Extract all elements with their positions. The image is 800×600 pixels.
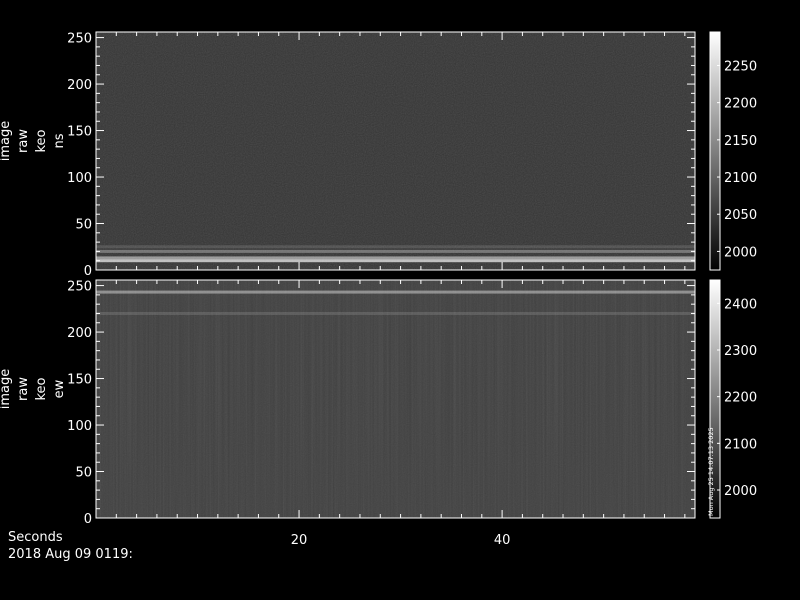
y-axis-label-word: raw [16,377,31,401]
colorbar-tick-label: 2150 [724,134,757,149]
timestamp: 2018 Aug 09 0119: [8,547,133,562]
colorbar-ns [709,31,721,271]
y-tick-label: 150 [67,373,92,388]
y-axis-label-word: image [0,369,13,410]
x-axis-title: Seconds [8,530,63,545]
panel-ns-ylabel: image raw keo ns [0,121,67,162]
y-tick-label: 100 [67,171,92,186]
colorbar-tick-label: 2250 [724,59,757,74]
colorbar-tick-label: 2050 [724,208,757,223]
colorbar-tick-label: 2200 [724,97,757,112]
y-axis-label-word: ew [52,379,67,398]
y-axis-label-word: raw [16,129,31,153]
panel-ns: 0 50 100 150 200 250 image raw keo ns 2000 2050 21… [0,31,757,279]
colorbar-tick-label: 2000 [724,484,757,499]
y-tick-label: 250 [67,32,92,47]
y-tick-label: 100 [67,419,92,434]
colorbar-tick-label: 2400 [724,297,757,312]
colorbar-tick-label: 2100 [724,171,757,186]
keogram-figure: 050100150200250 image raw keo ns 2000205021… [0,31,757,548]
panel-ew-ylabel: image raw keo ew [0,369,67,410]
y-axis-label-word: image [0,121,13,162]
y-tick-label: 0 [84,512,92,527]
colorbar-tick-label: 2000 [724,245,757,260]
panel-ns-noise [96,32,695,270]
x-axis-labels: 20 40 [291,533,511,548]
y-tick-label: 50 [75,218,92,233]
y-tick-label: 150 [67,125,92,140]
footer-stamp: Mon Aug 25 14:07:13 2025 [707,427,715,516]
y-tick-label: 250 [67,280,92,295]
colorbar-ns-ticks: 2000 2050 2100 2150 2200 2250 [717,59,757,260]
panel-ew-noise [96,280,695,518]
y-axis-label-word: keo [34,129,49,152]
y-tick-label: 0 [84,264,92,279]
x-tick-label: 40 [494,533,511,548]
colorbar-tick-label: 2200 [724,391,757,406]
colorbar-tick-label: 2300 [724,344,757,359]
panel-ew: 0 50 100 150 200 250 image raw keo ew 2000 2100 22… [0,279,757,527]
y-tick-label: 200 [67,326,92,341]
y-axis-label-word: ns [52,133,67,148]
y-tick-label: 200 [67,78,92,93]
colorbar-ew-ticks: 2000 2100 2200 2300 2400 [717,297,757,499]
y-tick-label: 50 [75,466,92,481]
y-axis-label-word: keo [34,377,49,400]
x-tick-label: 20 [291,533,308,548]
colorbar-tick-label: 2100 [724,437,757,452]
